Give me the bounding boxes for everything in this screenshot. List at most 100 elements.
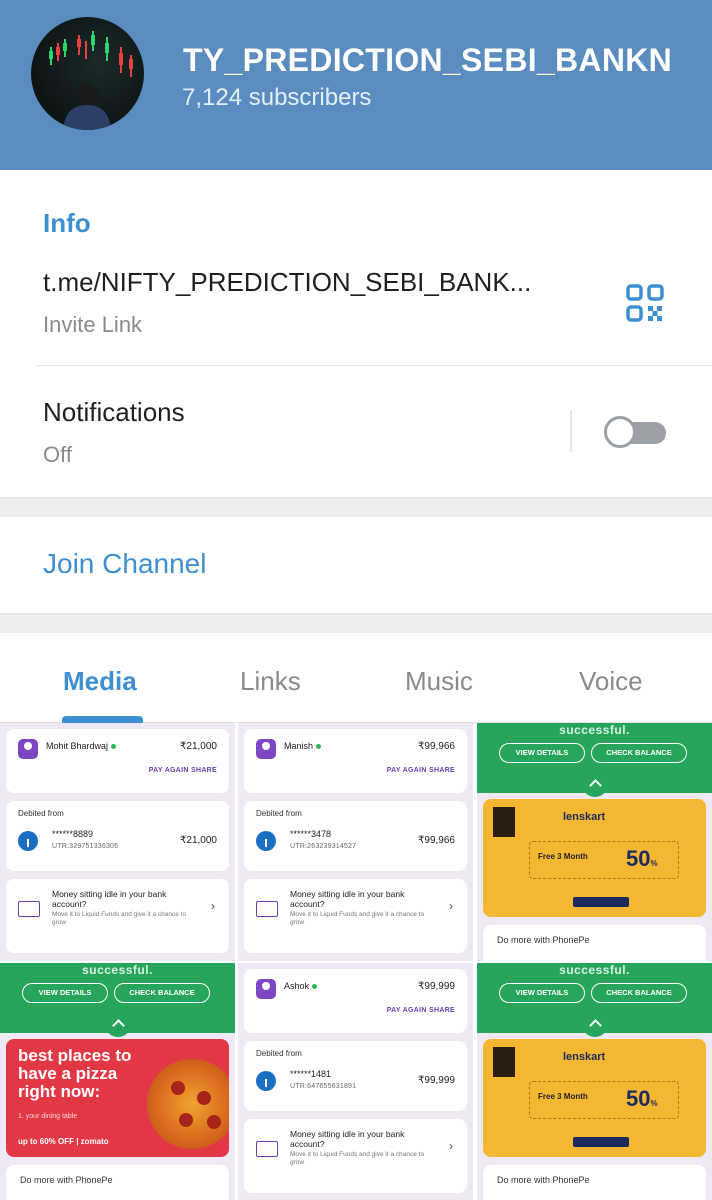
payee-name: Mohit Bhardwaj	[46, 741, 117, 751]
tab-links[interactable]: Links	[240, 666, 301, 697]
payee-name: Ashok	[284, 981, 318, 991]
do-more-text: Do more with PhonePe	[497, 935, 590, 945]
chevron-up-icon	[581, 1011, 608, 1037]
check-balance-pill: CHECK BALANCE	[114, 983, 210, 1003]
channel-title: TY_PREDICTION_SEBI_BANKN	[183, 42, 673, 78]
cta-button	[573, 1137, 629, 1147]
success-text: successful.	[559, 963, 630, 977]
payee-name: Manish	[284, 741, 322, 751]
promo-card: Money sitting idle in your bank account?…	[244, 1119, 467, 1193]
chevron-up-icon	[104, 1011, 131, 1037]
debited-from-label: Debited from	[18, 809, 64, 818]
cta-button	[573, 897, 629, 907]
notifications-toggle[interactable]	[602, 416, 666, 448]
do-more-card: Do more with PhonePe	[6, 1165, 229, 1200]
promo-card: Money sitting idle in your bank account?…	[244, 879, 467, 953]
do-more-text: Do more with PhonePe	[497, 1175, 590, 1185]
sbi-bank-icon	[256, 831, 276, 851]
view-details-pill: VIEW DETAILS	[499, 743, 585, 763]
payment-amount: ₹99,966	[418, 741, 455, 752]
zomato-banner: best places to have a pizza right now: 1…	[6, 1039, 229, 1157]
discount-value: 50	[626, 846, 651, 871]
payment-amount: ₹21,000	[180, 741, 217, 752]
sbi-bank-icon	[18, 831, 38, 851]
section-gap	[0, 497, 712, 517]
notifications-status: Off	[43, 442, 72, 467]
offer-label: Free 3 Month	[538, 1092, 588, 1101]
payment-amount: ₹99,999	[418, 981, 455, 992]
tab-media[interactable]: Media	[63, 666, 137, 697]
account-number: ******8889	[52, 829, 94, 839]
success-text: successful.	[559, 723, 630, 737]
debit-card: Debited from ******1481 UTR:647655631891…	[244, 1041, 467, 1111]
contact-avatar-icon	[256, 979, 276, 999]
promo-title: Money sitting idle in your bank account?	[52, 889, 167, 909]
wallet-icon	[256, 1141, 278, 1157]
sbi-bank-icon	[256, 1071, 276, 1091]
join-channel-label: Join Channel	[43, 548, 207, 579]
payee-name-text: Ashok	[284, 981, 310, 991]
check-balance-pill: CHECK BALANCE	[591, 743, 687, 763]
divider	[37, 365, 712, 366]
do-more-card: Do more with PhonePe	[483, 925, 706, 961]
utr-number: UTR:263239314527	[290, 843, 357, 850]
invite-link-label: Invite Link	[43, 312, 143, 337]
join-channel-button[interactable]: Join Channel	[0, 517, 712, 613]
zomato-headline: best places to have a pizza right now:	[18, 1046, 132, 1101]
debited-from-label: Debited from	[256, 1049, 302, 1058]
payee-name-text: Manish	[284, 741, 314, 751]
offer-discount: 50%	[626, 846, 658, 871]
payment-actions: PAY AGAIN SHARE	[148, 767, 217, 774]
view-details-pill: VIEW DETAILS	[22, 983, 108, 1003]
media-thumbnail[interactable]: Ashok ₹99,999 PAY AGAIN SHARE Debited fr…	[238, 963, 473, 1200]
qr-code-icon[interactable]	[625, 283, 665, 323]
media-thumbnail[interactable]: successful. VIEW DETAILS CHECK BALANCE l…	[477, 963, 712, 1200]
offer-box: Free 3 Month 50%	[529, 1081, 679, 1119]
promo-card: Money sitting idle in your bank account?…	[6, 879, 229, 953]
media-thumbnail[interactable]: Mohit Bhardwaj ₹21,000 PAY AGAIN SHARE D…	[0, 723, 235, 961]
media-thumbnail[interactable]: Manish ₹99,966 PAY AGAIN SHARE Debited f…	[238, 723, 473, 961]
wallet-icon	[256, 901, 278, 917]
active-tab-indicator	[62, 716, 143, 723]
debited-from-label: Debited from	[256, 809, 302, 818]
debit-card: Debited from ******8889 UTR:329751336306…	[6, 801, 229, 871]
contact-avatar-icon	[256, 739, 276, 759]
zomato-offer: up to 60% OFF | zomato	[18, 1137, 109, 1146]
zomato-subtext: 1. your dining table	[18, 1113, 78, 1120]
tab-voice[interactable]: Voice	[579, 666, 643, 697]
discount-value: 50	[626, 1086, 651, 1111]
promo-subtitle: Move it to Liquid Funds and give it a ch…	[290, 911, 425, 926]
promo-title: Money sitting idle in your bank account?	[290, 889, 405, 909]
notifications-label[interactable]: Notifications	[43, 397, 185, 428]
invite-link[interactable]: t.me/NIFTY_PREDICTION_SEBI_BANK...	[43, 267, 531, 298]
stock-chart-avatar-image	[49, 31, 133, 130]
gold-badge-icon	[493, 807, 515, 837]
info-section: Info t.me/NIFTY_PREDICTION_SEBI_BANK... …	[0, 170, 712, 497]
media-thumbnail[interactable]: successful. VIEW DETAILS CHECK BALANCE b…	[0, 963, 235, 1200]
view-details-pill: VIEW DETAILS	[499, 983, 585, 1003]
promo-title: Money sitting idle in your bank account?	[290, 1129, 405, 1149]
do-more-card: Do more with PhonePe	[483, 1165, 706, 1200]
media-thumbnail[interactable]: successful. VIEW DETAILS CHECK BALANCE l…	[477, 723, 712, 961]
account-number: ******3478	[290, 829, 332, 839]
payment-actions: PAY AGAIN SHARE	[386, 1007, 455, 1014]
debited-amount: ₹21,000	[180, 835, 217, 846]
payment-card: Ashok ₹99,999 PAY AGAIN SHARE	[244, 969, 467, 1033]
debited-amount: ₹99,999	[418, 1075, 455, 1086]
channel-avatar[interactable]	[31, 17, 144, 130]
payee-name-text: Mohit Bhardwaj	[46, 741, 109, 751]
payment-actions: PAY AGAIN SHARE	[386, 767, 455, 774]
chevron-right-icon: ›	[449, 899, 453, 913]
payment-card: Manish ₹99,966 PAY AGAIN SHARE	[244, 729, 467, 793]
tab-music[interactable]: Music	[405, 666, 473, 697]
debit-card: Debited from ******3478 UTR:263239314527…	[244, 801, 467, 871]
check-balance-pill: CHECK BALANCE	[591, 983, 687, 1003]
contact-avatar-icon	[18, 739, 38, 759]
toggle-knob	[604, 416, 636, 448]
lenskart-logo: lenskart	[563, 1051, 606, 1063]
media-grid: Mohit Bhardwaj ₹21,000 PAY AGAIN SHARE D…	[0, 723, 712, 1200]
lenskart-banner: lenskart Free 3 Month 50%	[483, 799, 706, 917]
utr-number: UTR:647655631891	[290, 1083, 357, 1090]
utr-number: UTR:329751336306	[52, 843, 119, 850]
payment-card: Mohit Bhardwaj ₹21,000 PAY AGAIN SHARE	[6, 729, 229, 793]
